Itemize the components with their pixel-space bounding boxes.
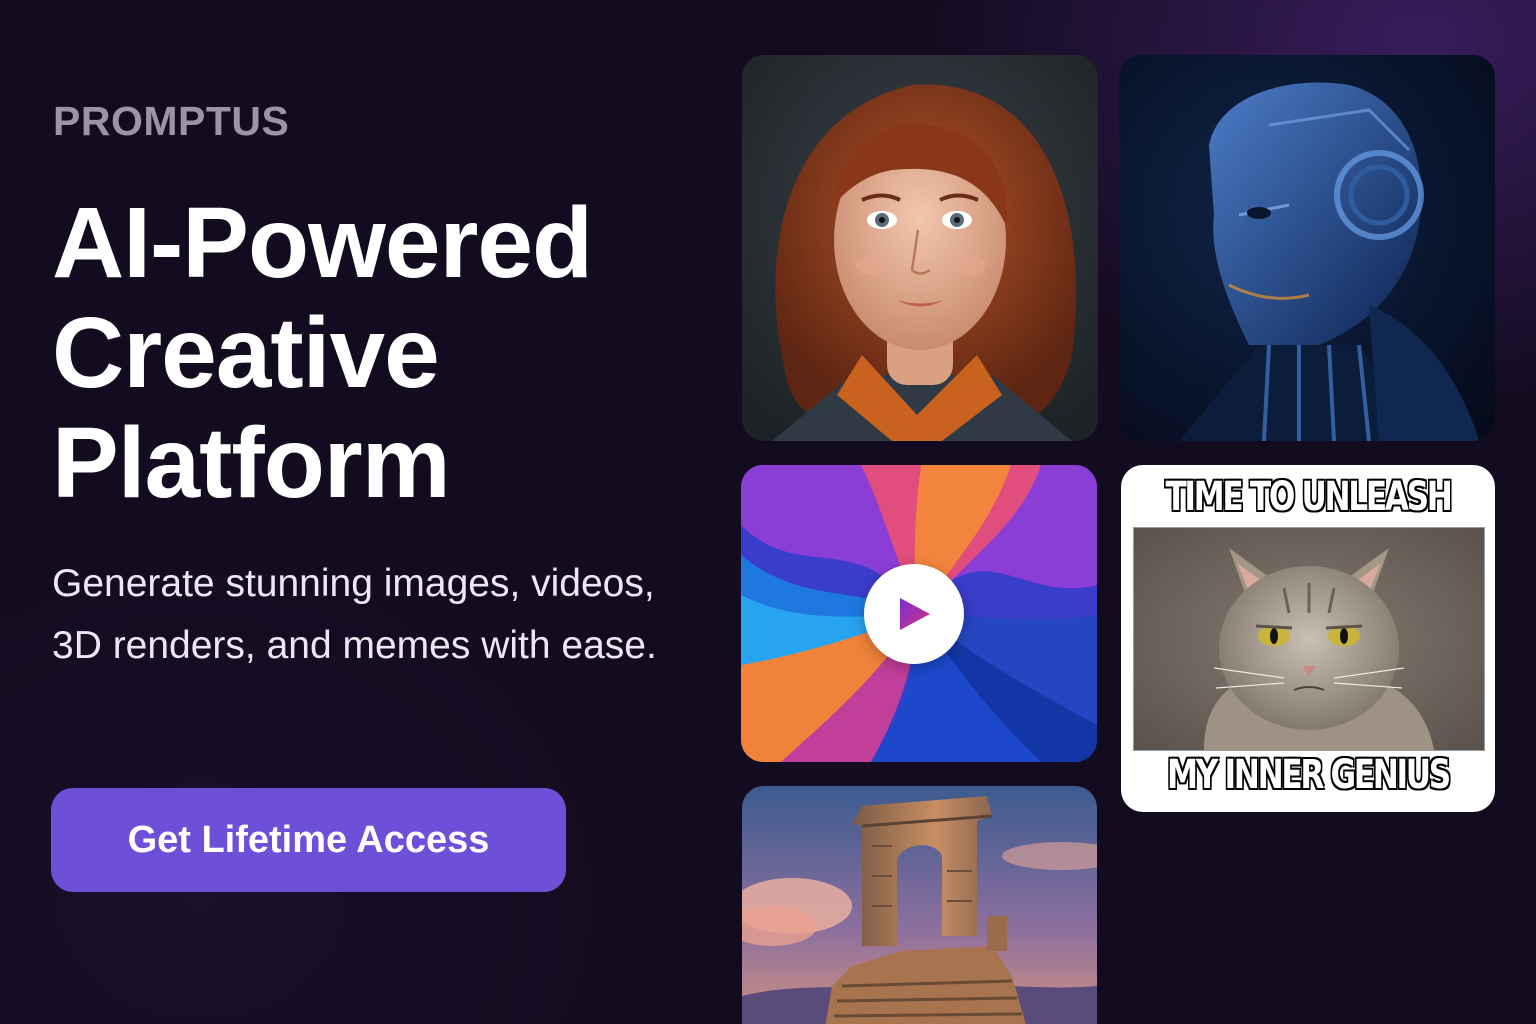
portrait-image — [742, 55, 1098, 441]
play-button[interactable] — [864, 564, 964, 664]
gallery-tile-meme[interactable]: TIME TO UNLEASH MY INNER GENIUS — [1121, 465, 1495, 812]
cat-image — [1134, 528, 1484, 750]
get-lifetime-access-button[interactable]: Get Lifetime Access — [51, 788, 566, 892]
gallery-tile-ruins[interactable] — [742, 786, 1097, 1024]
gallery-tile-portrait[interactable] — [742, 55, 1098, 441]
headline-line: Platform — [52, 407, 451, 519]
headline-line: Creative — [52, 297, 440, 409]
cat-photo — [1133, 527, 1485, 751]
brand-logo-text: PROMPTUS — [53, 98, 290, 144]
robot-image — [1119, 55, 1495, 441]
meme-top-text: TIME TO UNLEASH — [1165, 473, 1454, 521]
meme-bottom-text: MY INNER GENIUS — [1166, 751, 1452, 799]
hero-subtitle: Generate stunning images, videos, 3D ren… — [52, 562, 657, 667]
hero-headline: AI-Powered Creative Platform — [52, 188, 692, 518]
gallery-tile-video[interactable] — [741, 465, 1097, 762]
headline-line: AI-Powered — [52, 187, 593, 299]
play-icon — [900, 598, 930, 630]
gallery-tile-robot[interactable] — [1119, 55, 1495, 441]
landing-page: PROMPTUS AI-Powered Creative Platform Ge… — [0, 0, 1536, 1024]
ruins-3d-render-image — [742, 786, 1097, 1024]
